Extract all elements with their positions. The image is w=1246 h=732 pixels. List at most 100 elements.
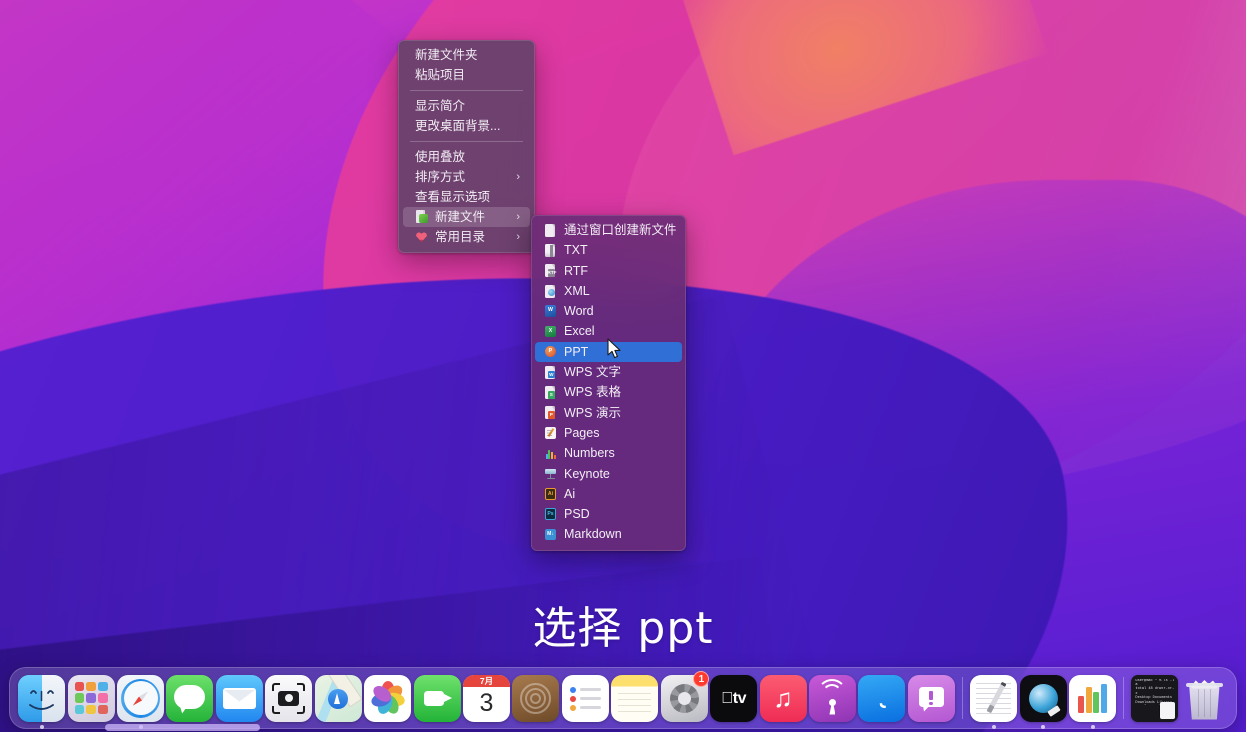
excel-badge: X (548, 327, 553, 334)
dock-item-screenshot[interactable] (265, 673, 313, 723)
submenu-item-label: RTF (564, 263, 589, 278)
notes-icon (611, 674, 659, 722)
submenu-item-rtf[interactable]: RTF RTF (535, 261, 682, 281)
dock-item-textedit[interactable] (969, 673, 1018, 729)
markdown-badge: M↓ (547, 530, 554, 537)
photos-icon (364, 674, 412, 722)
dock-item-finder[interactable] (18, 673, 66, 729)
submenu-item-keynote[interactable]: Keynote (535, 464, 682, 484)
menu-item-show-view-options[interactable]: 查看显示选项 (403, 187, 530, 207)
submenu-item-pages[interactable]: Pages (535, 423, 682, 443)
menu-item-label: 显示简介 (415, 99, 466, 113)
excel-file-icon: X (544, 325, 557, 338)
submenu-item-psd[interactable]: Ps PSD (535, 504, 682, 524)
menu-item-favorite-dirs[interactable]: 常用目录 › (403, 227, 530, 247)
dock-item-messages[interactable] (166, 673, 214, 723)
submenu-item-label: Keynote (564, 466, 610, 481)
submenu-item-wps-writer[interactable]: W WPS 文字 (535, 362, 682, 382)
submenu-item-wps-spreadsheet[interactable]: S WPS 表格 (535, 382, 682, 402)
dock-item-airplay[interactable] (808, 673, 856, 723)
menu-item-get-info[interactable]: 显示简介 (403, 96, 530, 116)
appletv-label: tv (721, 689, 746, 707)
submenu-item-label: WPS 表格 (564, 385, 621, 400)
dock-item-maps[interactable] (314, 673, 362, 723)
dock-item-calendar[interactable]: 7月 3 (462, 673, 510, 723)
submenu-item-label: PPT (564, 344, 589, 359)
music-icon: ♫ (759, 674, 807, 722)
dock-item-system-preferences[interactable]: 1 (660, 671, 710, 723)
running-indicator (39, 725, 44, 729)
submenu-item-label: 通过窗口创建新文件 (564, 223, 677, 237)
word-badge: W (548, 307, 553, 314)
ai-badge: Ai (547, 491, 554, 497)
submenu-item-txt[interactable]: TXT (535, 240, 682, 260)
dock-item-app-store[interactable]: ﹳ (858, 673, 906, 723)
markdown-file-icon: M↓ (544, 528, 557, 541)
dock-item-trash[interactable] (1180, 673, 1228, 723)
submenu-item-label: Pages (564, 425, 600, 440)
dock-item-facetime[interactable] (413, 673, 461, 723)
menu-item-new-folder[interactable]: 新建文件夹 (403, 45, 530, 65)
menu-item-paste[interactable]: 粘贴项目 (403, 65, 530, 85)
wps-writer-icon: W (544, 365, 557, 379)
safari-icon (117, 674, 165, 722)
submenu-item-create-via-window[interactable]: 通过窗口创建新文件 (535, 220, 682, 240)
dock-item-podcasts[interactable] (512, 673, 560, 723)
dock-item-photos[interactable] (363, 673, 412, 723)
dock[interactable]: 7月 3 1 tv ♫ ﹳ user@mac ~ % ls -la total … (9, 667, 1237, 731)
dock-item-launchpad[interactable] (67, 673, 115, 723)
menu-item-change-wallpaper[interactable]: 更改桌面背景... (403, 116, 530, 136)
menu-item-label: 排序方式 (415, 170, 466, 184)
submenu-item-markdown[interactable]: M↓ Markdown (535, 524, 682, 544)
menu-item-sort-by[interactable]: 排序方式 › (403, 167, 530, 187)
launchpad-icon (67, 674, 115, 722)
menu-item-label: 粘贴项目 (415, 68, 466, 82)
podcasts-icon (512, 674, 560, 722)
new-file-icon (415, 210, 429, 224)
facetime-icon (413, 674, 461, 722)
dock-item-reminders[interactable] (561, 673, 609, 723)
dock-item-mail[interactable] (215, 673, 263, 723)
xml-file-icon (544, 284, 557, 298)
dock-item-quicktime[interactable] (1019, 673, 1067, 729)
airplay-icon (808, 674, 856, 722)
chevron-right-icon: › (516, 230, 520, 243)
desktop-context-menu[interactable]: 新建文件夹 粘贴项目 显示简介 更改桌面背景... 使用叠放 排序方式 › 查看… (398, 40, 535, 253)
txt-file-icon (544, 243, 557, 257)
submenu-item-word[interactable]: W Word (535, 301, 682, 321)
dock-item-music[interactable]: ♫ (759, 673, 807, 723)
appstore-glyph: ﹳ (878, 683, 886, 714)
appletv-icon: tv (710, 674, 758, 722)
wps-slides-badge: P (547, 411, 555, 419)
dock-item-numbers[interactable] (1068, 673, 1117, 729)
dock-item-terminal-folder[interactable]: user@mac ~ % ls -la total 48 drwxr-xr-x De… (1131, 673, 1179, 723)
ppt-badge: P (548, 347, 553, 354)
menu-item-label: 使用叠放 (415, 150, 466, 164)
submenu-item-label: Markdown (564, 527, 622, 542)
menu-item-new-file[interactable]: 新建文件 › (403, 207, 530, 227)
dock-item-feedback-assistant[interactable] (907, 673, 955, 723)
submenu-item-ppt[interactable]: P PPT (535, 341, 682, 363)
submenu-item-excel[interactable]: X Excel (535, 321, 682, 341)
menu-item-use-stacks[interactable]: 使用叠放 (403, 147, 530, 167)
submenu-item-wps-presentation[interactable]: P WPS 演示 (535, 403, 682, 423)
dock-item-safari[interactable] (116, 673, 165, 729)
blank-document-icon (544, 223, 557, 237)
submenu-item-ai[interactable]: Ai Ai (535, 484, 682, 504)
submenu-item-label: XML (564, 283, 590, 298)
submenu-item-label: Ai (564, 486, 576, 501)
submenu-item-xml[interactable]: XML (535, 281, 682, 301)
submenu-item-label: WPS 文字 (564, 365, 621, 380)
dock-item-tv[interactable]: tv (709, 673, 758, 723)
keynote-file-icon (544, 467, 557, 480)
rtf-badge: RTF (547, 269, 557, 277)
mail-icon (215, 674, 263, 722)
calendar-icon: 7月 3 (463, 674, 510, 722)
submenu-item-numbers[interactable]: Numbers (535, 443, 682, 463)
finder-icon (18, 674, 66, 722)
submenu-item-label: TXT (564, 243, 588, 258)
new-file-submenu[interactable]: 通过窗口创建新文件 TXT RTF RTF XML W Word X Excel… (531, 215, 686, 551)
psd-badge: Ps (547, 511, 554, 518)
appstore-icon: ﹳ (858, 674, 906, 722)
dock-item-notes[interactable] (611, 673, 659, 723)
